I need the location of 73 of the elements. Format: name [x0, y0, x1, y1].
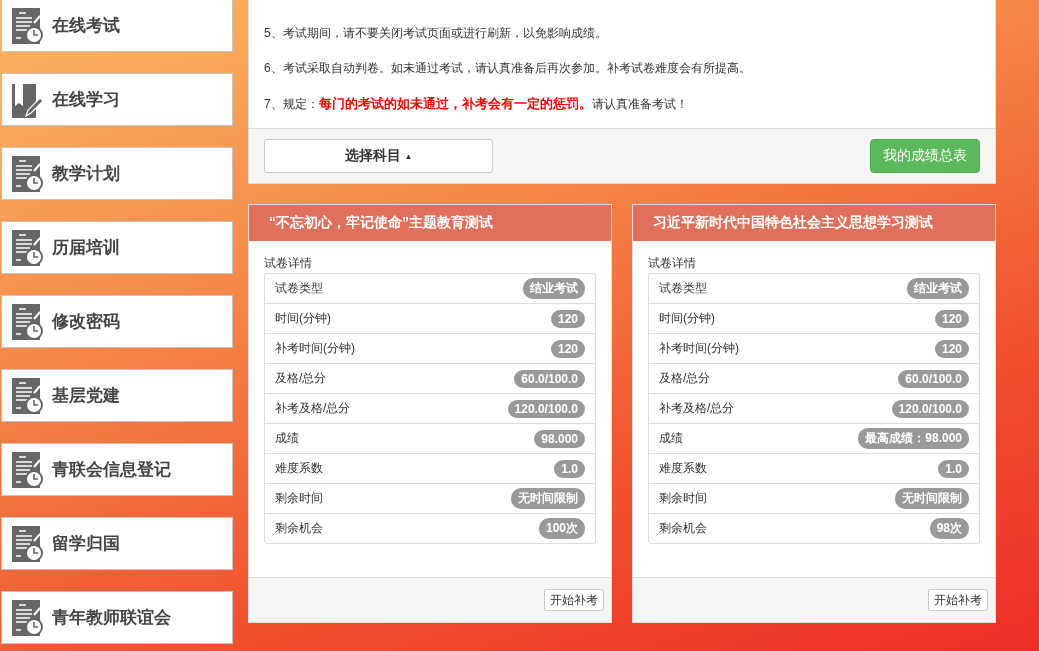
detail-value: 结业考试 — [907, 278, 969, 299]
detail-label: 试卷类型 — [659, 280, 707, 297]
detail-value: 60.0/100.0 — [898, 369, 969, 388]
document-clock-icon — [12, 229, 44, 266]
detail-label: 难度系数 — [659, 460, 707, 477]
detail-value: 无时间限制 — [895, 488, 969, 509]
detail-value: 120 — [550, 339, 585, 358]
sidebar-item[interactable]: 教学计划 — [1, 147, 233, 200]
detail-value: 最高成绩：98.000 — [858, 428, 969, 449]
document-clock-icon — [12, 303, 44, 340]
exam-title: 习近平新时代中国特色社会主义思想学习测试 — [633, 205, 995, 241]
detail-label: 剩余机会 — [275, 520, 323, 537]
sidebar-item-label: 教学计划 — [52, 163, 120, 185]
detail-label: 剩余时间 — [275, 490, 323, 507]
sidebar-item-label: 在线考试 — [52, 15, 120, 37]
details-label: 试卷详情 — [648, 255, 697, 272]
detail-value: 1.0 — [938, 459, 969, 478]
detail-label: 成绩 — [659, 430, 683, 447]
sidebar-item[interactable]: 基层党建 — [1, 369, 233, 422]
start-retake-button[interactable]: 开始补考 — [544, 589, 604, 611]
sidebar-item[interactable]: 在线考试 — [1, 0, 233, 52]
rule-text: 6、考试采取自动判卷。如未通过考试，请认真准备后再次参加。补考试卷难度会有所提高。 — [264, 60, 752, 77]
detail-label: 补考及格/总分 — [659, 400, 735, 417]
detail-value: 98.000 — [534, 429, 585, 448]
detail-value: 98次 — [929, 518, 969, 539]
detail-value: 60.0/100.0 — [514, 369, 585, 388]
sidebar-item[interactable]: 修改密码 — [1, 295, 233, 348]
sidebar-item-label: 历届培训 — [52, 237, 120, 259]
book-pencil-icon — [12, 81, 44, 118]
detail-value: 结业考试 — [523, 278, 585, 299]
document-clock-icon — [12, 7, 44, 44]
detail-value: 100次 — [538, 518, 585, 539]
sidebar-item[interactable]: 青联会信息登记 — [1, 443, 233, 496]
detail-label: 及格/总分 — [275, 370, 327, 387]
sidebar-item-label: 在线学习 — [52, 89, 120, 111]
sidebar-item[interactable]: 在线学习 — [1, 73, 233, 126]
detail-label: 时间(分钟) — [659, 310, 715, 327]
detail-label: 成绩 — [275, 430, 299, 447]
sidebar-item-label: 修改密码 — [52, 311, 120, 333]
detail-value: 120 — [550, 309, 585, 328]
sidebar-item-label: 青联会信息登记 — [52, 459, 171, 481]
sidebar-item-label: 留学归国 — [52, 533, 120, 555]
document-clock-icon — [12, 525, 44, 562]
detail-value: 120.0/100.0 — [891, 399, 969, 418]
detail-value: 120.0/100.0 — [507, 399, 585, 418]
rule-text: 7、规定：每门的考试的如未通过，补考会有一定的惩罚。请认真准备考试！ — [264, 95, 689, 113]
sidebar-item-label: 基层党建 — [52, 385, 120, 407]
select-subject-button[interactable]: 选择科目 ▲ — [264, 139, 493, 173]
detail-value: 120 — [934, 339, 969, 358]
detail-label: 试卷类型 — [275, 280, 323, 297]
sidebar-item-label: 青年教师联谊会 — [52, 607, 171, 629]
detail-label: 补考时间(分钟) — [659, 340, 739, 357]
detail-label: 及格/总分 — [659, 370, 711, 387]
sidebar-item[interactable]: 历届培训 — [1, 221, 233, 274]
sidebar-item[interactable]: 青年教师联谊会 — [1, 591, 233, 644]
detail-label: 补考及格/总分 — [275, 400, 351, 417]
start-retake-button[interactable]: 开始补考 — [928, 589, 988, 611]
detail-value: 无时间限制 — [511, 488, 585, 509]
document-clock-icon — [12, 599, 44, 636]
document-clock-icon — [12, 377, 44, 414]
detail-label: 难度系数 — [275, 460, 323, 477]
details-label: 试卷详情 — [264, 255, 313, 272]
document-clock-icon — [12, 451, 44, 488]
detail-label: 剩余时间 — [659, 490, 707, 507]
detail-label: 剩余机会 — [659, 520, 707, 537]
sidebar-item[interactable]: 留学归国 — [1, 517, 233, 570]
detail-label: 时间(分钟) — [275, 310, 331, 327]
document-clock-icon — [12, 155, 44, 192]
exam-title: “不忘初心，牢记使命”主题教育测试 — [249, 205, 611, 241]
detail-value: 1.0 — [554, 459, 585, 478]
rule-text: 5、考试期间，请不要关闭考试页面或进行刷新，以免影响成绩。 — [264, 25, 608, 42]
detail-label: 补考时间(分钟) — [275, 340, 355, 357]
detail-value: 120 — [934, 309, 969, 328]
